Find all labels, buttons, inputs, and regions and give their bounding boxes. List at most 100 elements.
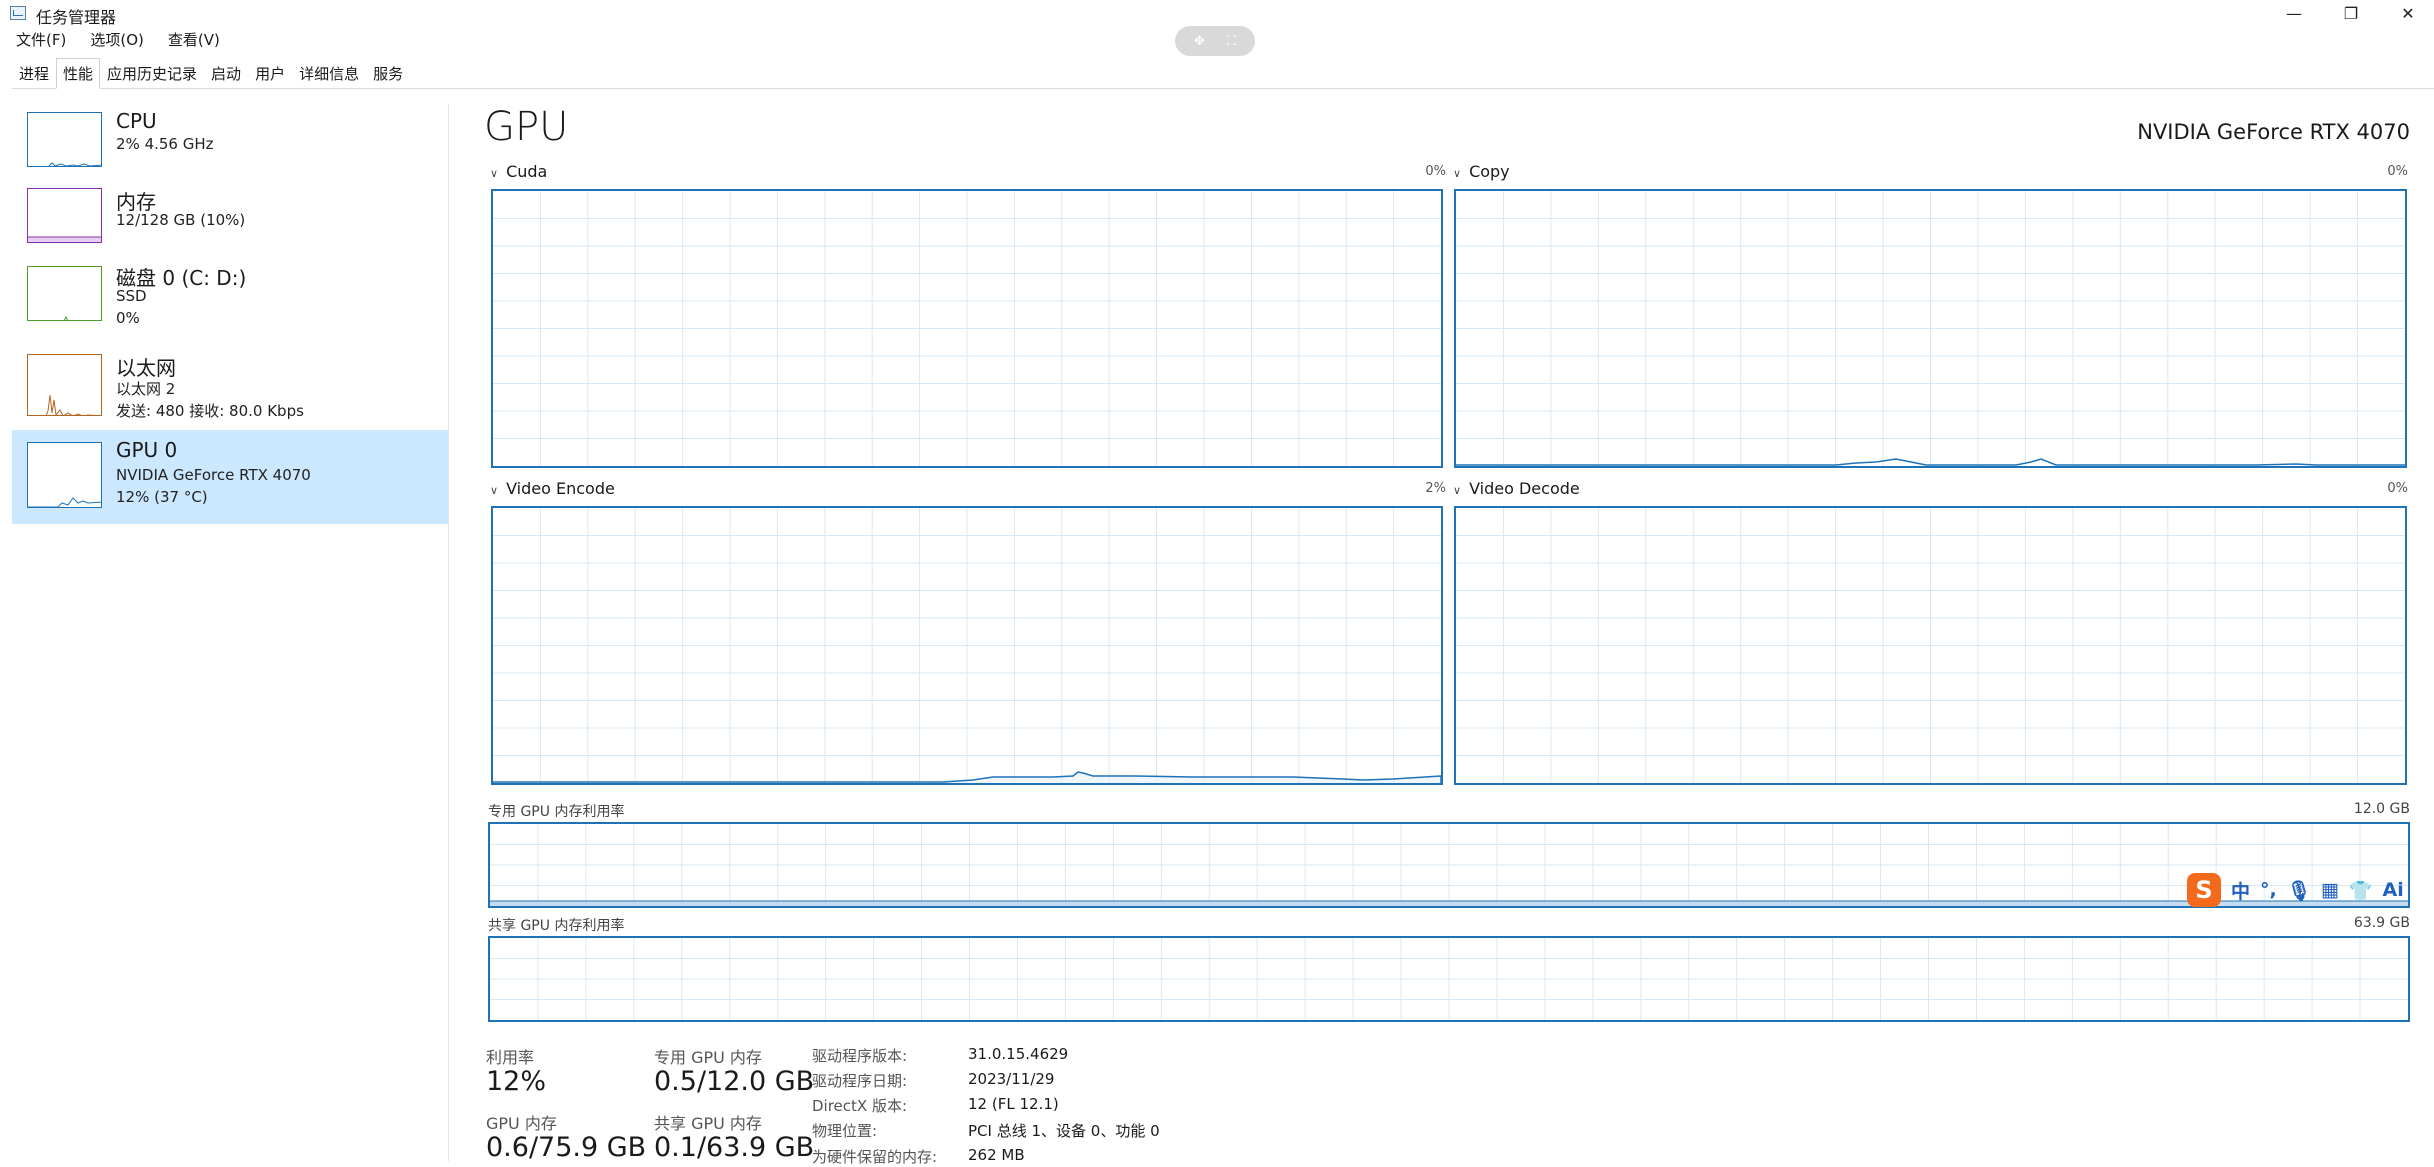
ethernet-thumbnail [27, 354, 102, 416]
physical-location-label: 物理位置: [812, 1122, 878, 1140]
shared-mem-grid [490, 938, 2408, 1020]
cuda-grid [493, 191, 1441, 466]
ime-language[interactable]: 中 [2231, 877, 2250, 904]
tab-strip: 进程 性能 应用历史记录 启动 用户 详细信息 服务 [12, 58, 2434, 89]
tab-startup[interactable]: 启动 [204, 58, 248, 89]
sidebar-item-sub: NVIDIA GeForce RTX 4070 [116, 466, 311, 484]
gpu-model: NVIDIA GeForce RTX 4070 [2137, 120, 2410, 144]
sidebar-item-value: 0% [116, 309, 140, 327]
directx-label: DirectX 版本: [812, 1097, 908, 1115]
shared-mem-max: 63.9 GB [2353, 915, 2410, 931]
reserved-mem-label: 为硬件保留的内存: [812, 1148, 938, 1166]
shared-mem-label: 共享 GPU 内存利用率 [488, 918, 625, 934]
fullscreen-icon[interactable]: ⛶ [1227, 34, 1236, 49]
skin-icon[interactable]: 👕 [2349, 879, 2373, 902]
copy-graph [1454, 189, 2407, 468]
driver-date-value: 2023/11/29 [968, 1070, 1055, 1088]
menu-options[interactable]: 选项(O) [90, 29, 144, 51]
driver-version-value: 31.0.15.4629 [968, 1045, 1069, 1063]
sidebar-item-sub: 12/128 GB (10%) [116, 211, 246, 229]
window-title: 任务管理器 [36, 8, 117, 27]
pin-icon[interactable]: ✥ [1194, 34, 1205, 49]
sidebar-item-title: CPU [116, 109, 157, 133]
engine-name: Video Decode [1469, 479, 1580, 498]
disk-thumbnail [27, 266, 102, 321]
dedicated-mem-max: 12.0 GB [2353, 801, 2410, 817]
sidebar-item-sub: 2% 4.56 GHz [116, 135, 214, 153]
chevron-down-icon: ∨ [1453, 167, 1462, 180]
ime-toolbar[interactable]: S 中 °, 🎙 ▦ 👕 Ai [2187, 873, 2404, 907]
utilization-value: 12% [486, 1066, 547, 1097]
menu-file[interactable]: 文件(F) [16, 29, 66, 51]
dedicated-mem-grid [490, 824, 2408, 906]
close-button[interactable]: ✕ [2374, 0, 2434, 26]
microphone-icon[interactable]: 🎙 [2287, 879, 2311, 902]
engine-selector-video-encode[interactable]: ∨ Video Encode [490, 479, 615, 498]
tab-users[interactable]: 用户 [248, 58, 292, 89]
video-encode-graph [491, 506, 1443, 785]
gpu-thumbnail [27, 442, 102, 508]
video-decode-graph [1454, 506, 2407, 785]
dedicated-mem-label: 专用 GPU 内存利用率 [488, 804, 625, 820]
sidebar-item-sub: SSD [116, 287, 147, 305]
sidebar-item-memory[interactable]: 内存 12/128 GB (10%) [12, 180, 448, 252]
driver-date-label: 驱动程序日期: [812, 1072, 908, 1090]
performance-sidebar: CPU 2% 4.56 GHz 内存 12/128 GB (10%) 磁盘 0 … [12, 104, 449, 1161]
engine-selector-copy[interactable]: ∨ Copy [1453, 162, 1510, 181]
physical-location-value: PCI 总线 1、设备 0、功能 0 [968, 1122, 1160, 1140]
tab-details[interactable]: 详细信息 [292, 58, 366, 89]
shared-gpu-mem-value: 0.1/63.9 GB [654, 1132, 815, 1163]
sidebar-item-cpu[interactable]: CPU 2% 4.56 GHz [12, 104, 448, 176]
gpu-mem-label: GPU 内存 [486, 1114, 557, 1133]
dedicated-mem-graph [488, 822, 2410, 908]
engine-name: Copy [1469, 162, 1510, 181]
engine-percent: 0% [1425, 164, 1446, 179]
menu-view[interactable]: 查看(V) [168, 29, 220, 51]
memory-thumbnail [27, 188, 102, 243]
punctuation-icon[interactable]: °, [2260, 879, 2277, 901]
sidebar-item-title: 以太网 [116, 356, 176, 380]
remote-desktop-toolbar[interactable]: ✥ ⛶ [1175, 26, 1255, 56]
keyboard-icon[interactable]: ▦ [2321, 879, 2339, 901]
sidebar-item-value: 12% (37 °C) [116, 488, 208, 506]
chevron-down-icon: ∨ [490, 484, 499, 497]
ai-button[interactable]: Ai [2382, 879, 2403, 901]
cuda-graph [491, 189, 1443, 468]
shared-gpu-mem-label: 共享 GPU 内存 [654, 1114, 762, 1133]
sidebar-item-title: GPU 0 [116, 438, 178, 462]
title-bar: 任务管理器 — ❐ ✕ [0, 0, 2434, 27]
copy-grid [1456, 191, 2405, 466]
tab-performance[interactable]: 性能 [56, 58, 101, 89]
sidebar-item-gpu[interactable]: GPU 0 NVIDIA GeForce RTX 4070 12% (37 °C… [12, 430, 448, 524]
shared-mem-graph [488, 936, 2410, 1022]
sogou-logo-icon[interactable]: S [2187, 873, 2221, 907]
engine-percent: 0% [2387, 481, 2408, 496]
chevron-down-icon: ∨ [1453, 484, 1462, 497]
engine-selector-video-decode[interactable]: ∨ Video Decode [1453, 479, 1580, 498]
sidebar-item-throughput: 发送: 480 接收: 80.0 Kbps [116, 402, 304, 420]
menu-bar: 文件(F) 选项(O) 查看(V) [16, 29, 244, 51]
task-manager-icon [10, 6, 26, 20]
tab-app-history[interactable]: 应用历史记录 [100, 58, 204, 89]
engine-selector-cuda[interactable]: ∨ Cuda [490, 162, 547, 181]
engine-name: Cuda [506, 162, 548, 181]
sidebar-item-ethernet[interactable]: 以太网 以太网 2 发送: 480 接收: 80.0 Kbps [12, 344, 448, 420]
engine-percent: 2% [1425, 481, 1446, 496]
reserved-mem-value: 262 MB [968, 1146, 1025, 1164]
cpu-thumbnail [27, 112, 102, 167]
gpu-mem-value: 0.6/75.9 GB [486, 1132, 647, 1163]
engine-percent: 0% [2387, 164, 2408, 179]
utilization-label: 利用率 [486, 1048, 535, 1067]
tab-services[interactable]: 服务 [366, 58, 410, 89]
directx-value: 12 (FL 12.1) [968, 1095, 1059, 1113]
driver-version-label: 驱动程序版本: [812, 1047, 908, 1065]
sidebar-item-disk[interactable]: 磁盘 0 (C: D:) SSD 0% [12, 256, 448, 332]
video-decode-grid [1456, 508, 2405, 783]
engine-name: Video Encode [506, 479, 615, 498]
dedicated-gpu-mem-label: 专用 GPU 内存 [654, 1048, 762, 1067]
page-title: GPU [484, 104, 569, 150]
tab-processes[interactable]: 进程 [12, 58, 56, 89]
sidebar-item-sub: 以太网 2 [116, 380, 176, 398]
dedicated-gpu-mem-value: 0.5/12.0 GB [654, 1066, 815, 1097]
video-encode-grid [493, 508, 1441, 783]
